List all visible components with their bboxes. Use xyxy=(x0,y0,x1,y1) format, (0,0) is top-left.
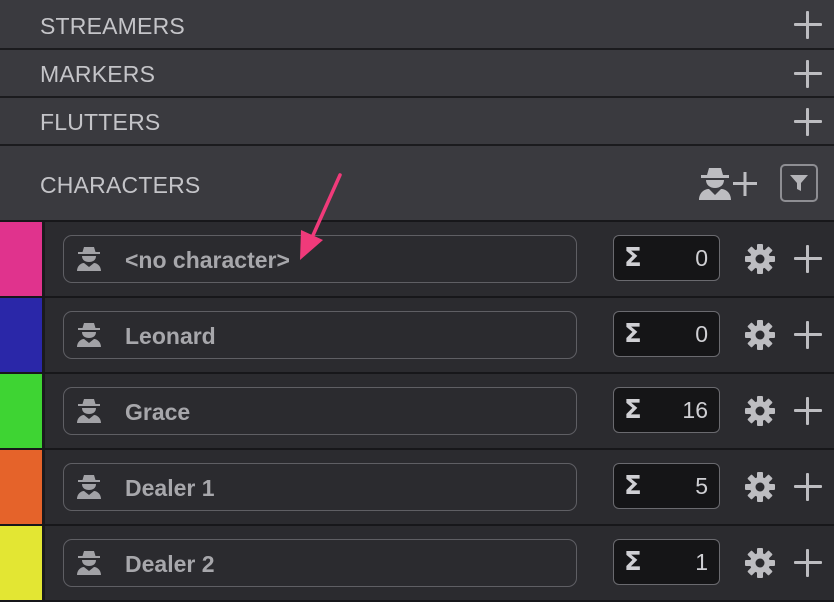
gear-icon[interactable] xyxy=(744,319,776,351)
gear-icon[interactable] xyxy=(744,243,776,275)
section-title: FLUTTERS xyxy=(40,109,161,135)
section-title: MARKERS xyxy=(40,61,156,87)
color-swatch[interactable] xyxy=(0,374,42,448)
color-swatch[interactable] xyxy=(0,298,42,372)
add-streamer-button[interactable] xyxy=(794,11,822,39)
section-characters: CHARACTERS xyxy=(0,146,834,222)
character-icon xyxy=(77,399,101,423)
count-value: 1 xyxy=(695,549,708,575)
character-name: Dealer 2 xyxy=(125,551,215,577)
character-row: Leonard Σ 0 xyxy=(0,298,834,374)
divider xyxy=(42,450,45,524)
character-select[interactable]: Leonard xyxy=(63,311,577,359)
character-icon xyxy=(77,551,101,575)
sigma-icon: Σ xyxy=(624,471,642,501)
add-marker-button[interactable] xyxy=(794,60,822,88)
section-title: CHARACTERS xyxy=(40,172,201,198)
count-field[interactable]: Σ 1 xyxy=(613,539,720,585)
character-icon xyxy=(77,323,101,347)
section-flutters[interactable]: FLUTTERS xyxy=(0,98,834,146)
sigma-icon: Σ xyxy=(624,547,642,577)
add-track-button[interactable] xyxy=(794,397,822,425)
count-field[interactable]: Σ 16 xyxy=(613,387,720,433)
count-value: 0 xyxy=(695,245,708,271)
color-swatch[interactable] xyxy=(0,526,42,600)
section-streamers[interactable]: STREAMERS xyxy=(0,0,834,50)
count-value: 0 xyxy=(695,321,708,347)
character-select[interactable]: Dealer 1 xyxy=(63,463,577,511)
divider xyxy=(42,526,45,600)
character-name: Leonard xyxy=(125,323,216,349)
character-row: <no character> Σ 0 xyxy=(0,222,834,298)
count-field[interactable]: Σ 0 xyxy=(613,235,720,281)
add-track-button[interactable] xyxy=(794,473,822,501)
count-field[interactable]: Σ 5 xyxy=(613,463,720,509)
add-track-button[interactable] xyxy=(794,549,822,577)
filter-button[interactable] xyxy=(780,164,818,202)
color-swatch[interactable] xyxy=(0,450,42,524)
divider xyxy=(42,374,45,448)
filter-icon xyxy=(790,175,808,191)
character-name: Grace xyxy=(125,399,191,425)
sigma-icon: Σ xyxy=(624,319,642,349)
count-value: 5 xyxy=(695,473,708,499)
character-name: Dealer 1 xyxy=(125,475,215,501)
color-swatch[interactable] xyxy=(0,222,42,296)
character-icon xyxy=(77,247,101,271)
sigma-icon: Σ xyxy=(624,395,642,425)
track-panel: STREAMERS MARKERS FLUTTERS CHARACTERS <n… xyxy=(0,0,834,602)
add-flutter-button[interactable] xyxy=(794,108,822,136)
character-select[interactable]: Grace xyxy=(63,387,577,435)
gear-icon[interactable] xyxy=(744,547,776,579)
count-field[interactable]: Σ 0 xyxy=(613,311,720,357)
sigma-icon: Σ xyxy=(624,243,642,273)
add-track-button[interactable] xyxy=(794,321,822,349)
add-character-icon[interactable] xyxy=(697,166,761,202)
count-value: 16 xyxy=(682,397,708,423)
character-icon xyxy=(77,475,101,499)
section-title: STREAMERS xyxy=(40,13,185,39)
divider xyxy=(42,298,45,372)
character-name: <no character> xyxy=(125,247,290,273)
character-row: Dealer 2 Σ 1 xyxy=(0,526,834,602)
gear-icon[interactable] xyxy=(744,471,776,503)
gear-icon[interactable] xyxy=(744,395,776,427)
character-row: Dealer 1 Σ 5 xyxy=(0,450,834,526)
character-select[interactable]: Dealer 2 xyxy=(63,539,577,587)
add-track-button[interactable] xyxy=(794,245,822,273)
section-markers[interactable]: MARKERS xyxy=(0,50,834,98)
divider xyxy=(42,222,45,296)
character-row: Grace Σ 16 xyxy=(0,374,834,450)
annotation-arrow xyxy=(300,173,342,260)
